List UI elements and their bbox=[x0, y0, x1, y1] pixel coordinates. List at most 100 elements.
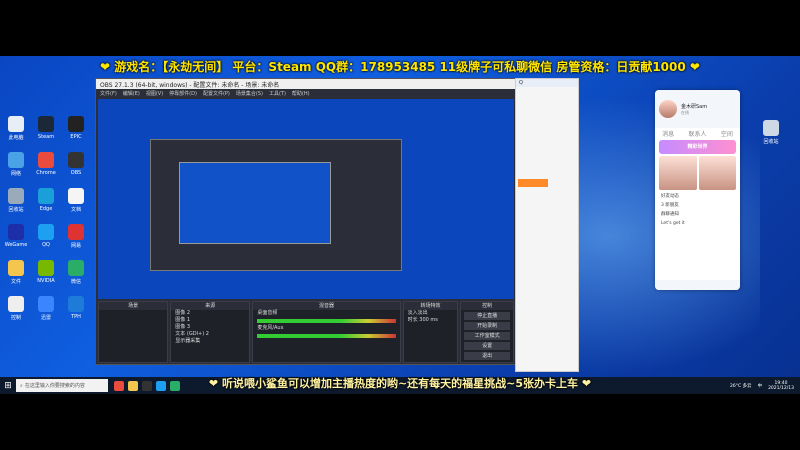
scenes-panel[interactable]: 场景 bbox=[98, 301, 169, 363]
mixer-channel-label: 麦克风/Aux bbox=[257, 325, 284, 331]
desktop-icon[interactable]: WeGame bbox=[2, 224, 30, 254]
desktop-icon[interactable]: 微信 bbox=[62, 260, 90, 290]
weather-label[interactable]: 26°C 多云 bbox=[730, 383, 752, 389]
obs-menu-item[interactable]: 文件(F) bbox=[100, 90, 117, 97]
obs-menu-item[interactable]: 编辑(E) bbox=[123, 90, 140, 97]
studio-mode-button[interactable]: 工作室模式 bbox=[464, 332, 511, 340]
desktop-icon[interactable]: OBS bbox=[62, 152, 90, 182]
list-item[interactable]: 群聊通知 bbox=[655, 210, 740, 219]
folder-icon[interactable] bbox=[128, 380, 138, 391]
mixer-panel[interactable]: 混音器 桌面音频 麦克风/Aux bbox=[252, 301, 401, 363]
desktop-icon[interactable]: TPH bbox=[62, 296, 90, 326]
list-item[interactable]: Let's get it bbox=[655, 219, 740, 228]
list-item[interactable]: 好友动态 bbox=[655, 192, 740, 201]
desktop-icon-label: Edge bbox=[39, 206, 53, 212]
tab-space[interactable]: 空间 bbox=[721, 129, 733, 138]
desktop-icon[interactable]: Steam bbox=[32, 116, 60, 146]
wechat-icon[interactable] bbox=[170, 380, 180, 391]
source-item[interactable]: 图像 3 bbox=[171, 324, 249, 331]
desktop-icon[interactable]: Edge bbox=[32, 188, 60, 218]
source-item[interactable]: 图像 1 bbox=[171, 317, 249, 324]
source-item[interactable]: 图像 2 bbox=[171, 310, 249, 317]
obs-menu-item[interactable]: 配置文件(P) bbox=[203, 90, 230, 97]
windows-start-icon[interactable]: ⊞ bbox=[0, 377, 16, 394]
desktop-icon[interactable]: 文件 bbox=[2, 260, 30, 290]
duration-row[interactable]: 时长 300 ms bbox=[404, 317, 458, 324]
tab-messages[interactable]: 消息 bbox=[662, 129, 674, 138]
qq-icon[interactable] bbox=[156, 380, 166, 391]
orange-tab[interactable] bbox=[518, 179, 548, 187]
clock[interactable]: 19:40 2021/12/13 bbox=[768, 381, 794, 391]
app-icon bbox=[38, 188, 54, 204]
desktop-icon[interactable]: NVIDIA bbox=[32, 260, 60, 290]
desktop-icon-label: EPIC bbox=[70, 134, 82, 140]
qq-panel[interactable]: 金木研Sam 在线 消息 联系人 空间 精彩世界 好友动态 3 新朋友 群聊通知… bbox=[655, 90, 740, 290]
desktop-icon-label: WeGame bbox=[4, 242, 28, 248]
tab-contacts[interactable]: 联系人 bbox=[688, 129, 706, 138]
qq-footer bbox=[655, 280, 740, 290]
list-item[interactable]: 3 新朋友 bbox=[655, 201, 740, 210]
recycle-bin-icon[interactable]: 回收站 bbox=[757, 120, 785, 150]
obs-icon[interactable] bbox=[142, 380, 152, 391]
obs-preview[interactable] bbox=[98, 99, 514, 299]
photo-thumbnail[interactable] bbox=[659, 156, 697, 190]
chat-title-bar[interactable]: Q bbox=[516, 79, 578, 87]
desktop-icon[interactable]: 此电脑 bbox=[2, 116, 30, 146]
app-icon bbox=[68, 188, 84, 204]
chat-window[interactable]: Q bbox=[515, 78, 579, 372]
obs-menu-item[interactable]: 停靠部件(D) bbox=[169, 90, 197, 97]
start-recording-button[interactable]: 开始录制 bbox=[464, 322, 511, 330]
stream-banner-bottom: ❤ 听说喂小鲨鱼可以增加主播热度的哟~还有每天的福星挑战~5张办卡上车 ❤ bbox=[180, 374, 620, 392]
scenes-header: 场景 bbox=[99, 302, 168, 310]
qq-banner[interactable]: 精彩世界 bbox=[659, 140, 736, 154]
desktop-icon[interactable]: Chrome bbox=[32, 152, 60, 182]
stop-stream-button[interactable]: 停止直播 bbox=[464, 312, 511, 320]
avatar[interactable] bbox=[659, 100, 677, 118]
app-icon bbox=[8, 224, 24, 240]
qq-status[interactable]: 在线 bbox=[681, 110, 707, 116]
desktop-icon-grid: 此电脑 Steam EPIC 网络 Chrome OBS 回收站 Edge 文档 WeGame QQ… bbox=[2, 116, 94, 326]
controls-panel[interactable]: 控制 停止直播 开始录制 工作室模式 设置 退出 bbox=[460, 301, 515, 363]
exit-button[interactable]: 退出 bbox=[464, 352, 511, 360]
desktop-icon-label: 微信 bbox=[70, 279, 81, 285]
obs-menu-item[interactable]: 工具(T) bbox=[269, 90, 286, 97]
app-icon bbox=[68, 224, 84, 240]
desktop-icon-label: 回收站 bbox=[8, 207, 24, 213]
sources-panel[interactable]: 来源 图像 2 图像 1 图像 3 文本 (GDI+) 2 显示器采集 bbox=[170, 301, 251, 363]
obs-menu-item[interactable]: 视图(V) bbox=[146, 90, 163, 97]
desktop-icon[interactable]: EPIC bbox=[62, 116, 90, 146]
app-icon bbox=[8, 188, 24, 204]
desktop-icon[interactable]: 回收站 bbox=[2, 188, 30, 218]
source-item[interactable]: 文本 (GDI+) 2 bbox=[171, 331, 249, 338]
right-desktop-icons: 回收站 bbox=[756, 120, 786, 150]
obs-menu-item[interactable]: 帮助(H) bbox=[292, 90, 310, 97]
search-input[interactable]: ⌕ 在这里输入你要搜索的内容 bbox=[16, 379, 108, 392]
photo-thumbnail[interactable] bbox=[698, 156, 736, 190]
desktop-icon[interactable]: QQ bbox=[32, 224, 60, 254]
desktop-icon[interactable]: 文档 bbox=[62, 188, 90, 218]
mixer-channel-label: 桌面音频 bbox=[257, 310, 278, 316]
obs-menu-item[interactable]: 场景集合(S) bbox=[236, 90, 263, 97]
audio-meter bbox=[257, 334, 396, 338]
chrome-icon[interactable] bbox=[114, 380, 124, 391]
source-item[interactable]: 显示器采集 bbox=[171, 338, 249, 345]
app-icon bbox=[38, 260, 54, 276]
desktop-icon-label: OBS bbox=[70, 170, 82, 176]
obs-menu-bar: 文件(F) 编辑(E) 视图(V) 停靠部件(D) 配置文件(P) 场景集合(S) 工具(T… bbox=[96, 89, 516, 97]
obs-window[interactable]: OBS 27.1.3 (64-bit, windows) - 配置文件: 未命名… bbox=[95, 78, 517, 365]
app-icon bbox=[68, 152, 84, 168]
app-icon bbox=[8, 152, 24, 168]
desktop-icon[interactable]: 网易 bbox=[62, 224, 90, 254]
settings-button[interactable]: 设置 bbox=[464, 342, 511, 350]
mixer-header: 混音器 bbox=[253, 302, 400, 310]
desktop-icon[interactable]: 控制 bbox=[2, 296, 30, 326]
qq-tabs: 消息 联系人 空间 bbox=[655, 128, 740, 138]
obs-title-bar[interactable]: OBS 27.1.3 (64-bit, windows) - 配置文件: 未命名… bbox=[96, 79, 516, 89]
desktop-icon-label: 文件 bbox=[10, 279, 21, 285]
desktop-icon[interactable]: 网络 bbox=[2, 152, 30, 182]
search-icon: ⌕ bbox=[20, 382, 23, 389]
desktop-icon[interactable]: 迅雷 bbox=[32, 296, 60, 326]
input-language[interactable]: 中 bbox=[758, 383, 763, 389]
transitions-panel[interactable]: 转场特效 淡入淡出 时长 300 ms bbox=[402, 301, 459, 363]
transition-select[interactable]: 淡入淡出 bbox=[404, 310, 458, 317]
